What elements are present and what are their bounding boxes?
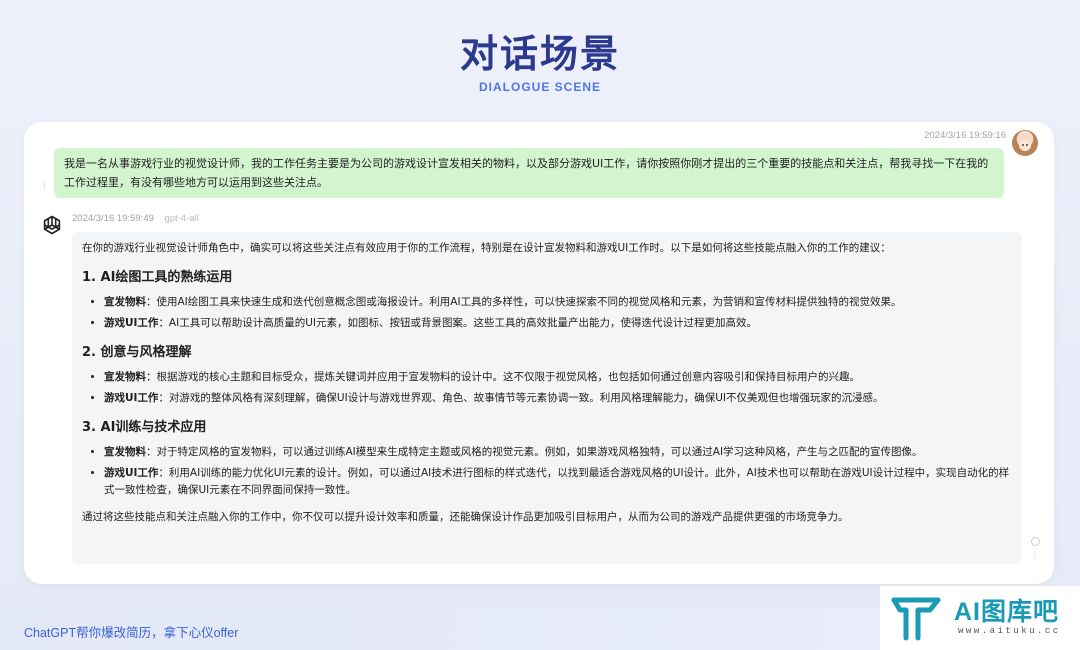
user-message-bubble: 我是一名从事游戏行业的视觉设计师，我的工作任务主要是为公司的游戏设计宣发相关的物… [54,148,1004,198]
item-text: ：利用AI训练的能力优化UI元素的设计。例如，可以通过AI技术进行图标的样式迭代… [104,467,1010,496]
page-header: 对话场景 DIALOGUE SCENE [0,30,1080,94]
item-label: 宣发物料 [104,446,146,458]
bot-closing: 通过将这些技能点和关注点融入你的工作中，你不仅可以提升设计效率和质量，还能确保设… [82,511,849,523]
bot-message-timestamp: 2024/3/16 19:59:49 [72,213,154,224]
avatar-eye-right [1026,144,1028,146]
watermark-brand: AI图库吧 [954,598,1060,626]
item-label: 宣发物料 [104,371,146,383]
section-heading: 3. AI训练与技术应用 [82,420,207,435]
regenerate-icon[interactable] [1030,537,1040,546]
bot-message-bubble: 在你的游戏行业视觉设计师角色中，确实可以将这些关注点有效应用于你的工作流程，特别… [72,232,1022,564]
bot-model-label: gpt-4-all [164,213,199,224]
section-heading: 1. AI绘图工具的熟练运用 [82,270,233,285]
bot-message-meta: 2024/3/16 19:59:49 gpt-4-all [72,213,199,224]
list-item: 宣发物料：使用AI绘图工具来快速生成和迭代创意概念图或海报设计。利用AI工具的多… [104,294,1012,311]
user-avatar[interactable] [1012,130,1038,156]
avatar-eye-left [1022,144,1024,146]
bot-message-menu-icon[interactable]: · · · [1030,549,1040,564]
item-label: 游戏UI工作 [104,317,159,329]
bot-message-tools: · · · [1030,537,1040,564]
list-item: 游戏UI工作：对游戏的整体风格有深刻理解，确保UI设计与游戏世界观、角色、故事情… [104,390,1012,407]
item-label: 游戏UI工作 [104,392,159,404]
item-text: ：根据游戏的核心主题和目标受众，提炼关键词并应用于宣发物料的设计中。这不仅限于视… [146,371,860,383]
avatar-face [1019,140,1031,151]
footer-text: ChatGPT帮你爆改简历，拿下心仪offer [24,626,239,640]
section-list: 宣发物料：根据游戏的核心主题和目标受众，提炼关键词并应用于宣发物料的设计中。这不… [82,369,1012,407]
page-subtitle: DIALOGUE SCENE [478,80,601,94]
bot-intro: 在你的游戏行业视觉设计师角色中，确实可以将这些关注点有效应用于你的工作流程，特别… [82,242,891,254]
aituku-logo-icon [891,597,941,641]
user-message-menu-icon[interactable]: · · · [43,179,46,194]
openai-logo-icon [43,215,61,235]
list-item: 游戏UI工作：利用AI训练的能力优化UI元素的设计。例如，可以通过AI技术进行图… [104,465,1012,499]
section-list: 宣发物料：对于特定风格的宣发物料，可以通过训练AI模型来生成特定主题或风格的视觉… [82,444,1012,499]
section-heading: 2. 创意与风格理解 [82,345,192,360]
list-item: 宣发物料：根据游戏的核心主题和目标受众，提炼关键词并应用于宣发物料的设计中。这不… [104,369,1012,386]
item-text: ：使用AI绘图工具来快速生成和迭代创意概念图或海报设计。利用AI工具的多样性，可… [146,296,902,308]
item-text: ：对于特定风格的宣发物料，可以通过训练AI模型来生成特定主题或风格的视觉元素。例… [146,446,923,458]
watermark-url: www.aituku.cc [958,626,1061,636]
item-text: ：对游戏的整体风格有深刻理解，确保UI设计与游戏世界观、角色、故事情节等元素协调… [158,392,884,404]
chat-card: 2024/3/16 19:59:16 我是一名从事游戏行业的视觉设计师，我的工作… [24,122,1054,584]
page-title: 对话场景 [459,32,620,76]
list-item: 游戏UI工作：AI工具可以帮助设计高质量的UI元素，如图标、按钮或背景图案。这些… [104,315,1012,332]
item-label: 游戏UI工作 [104,467,159,479]
watermark-logo: AI图库吧 www.aituku.cc [880,586,1080,650]
user-message-timestamp: 2024/3/16 19:59:16 [924,130,1006,141]
item-label: 宣发物料 [104,296,146,308]
list-item: 宣发物料：对于特定风格的宣发物料，可以通过训练AI模型来生成特定主题或风格的视觉… [104,444,1012,461]
section-list: 宣发物料：使用AI绘图工具来快速生成和迭代创意概念图或海报设计。利用AI工具的多… [82,294,1012,332]
item-text: ：AI工具可以帮助设计高质量的UI元素，如图标、按钮或背景图案。这些工具的高效批… [158,317,757,329]
